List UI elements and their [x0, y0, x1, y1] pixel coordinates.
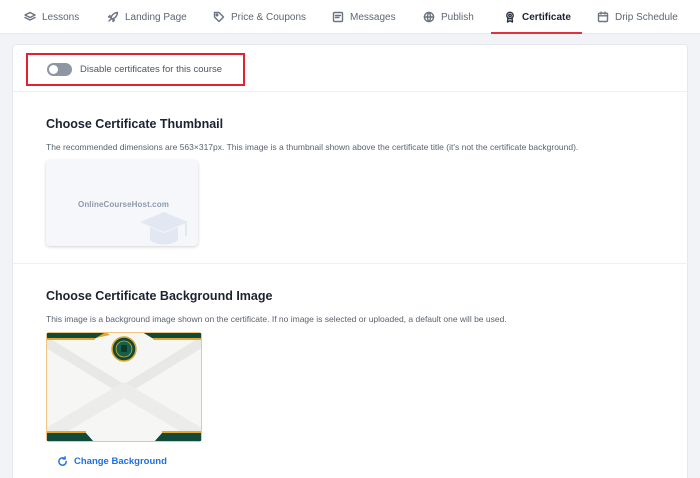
tab-label: Messages: [350, 11, 396, 23]
certificate-thumbnail-image[interactable]: OnlineCourseHost.com: [46, 160, 198, 246]
tag-icon: [213, 11, 225, 23]
rocket-icon: [107, 11, 119, 23]
disable-certificates-row: Disable certificates for this course: [26, 53, 245, 86]
tab-label: Certificate: [522, 11, 571, 23]
tab-certificate[interactable]: Certificate: [491, 0, 582, 34]
award-icon: [506, 11, 514, 23]
tab-label: Lessons: [42, 11, 80, 23]
tab-bar: Lessons Landing Page Price & Coupons Mes…: [0, 0, 700, 34]
divider: [13, 263, 689, 264]
calendar-icon: [597, 11, 609, 23]
disable-certificates-toggle[interactable]: [47, 63, 72, 76]
globe-icon: [423, 11, 435, 23]
tab-label: Landing Page: [125, 11, 187, 23]
toggle-knob: [49, 65, 58, 74]
tab-drip-schedule[interactable]: Drip Schedule: [597, 0, 678, 34]
tab-messages[interactable]: Messages: [332, 0, 396, 34]
disable-certificates-label: Disable certificates for this course: [80, 64, 223, 75]
background-section-title: Choose Certificate Background Image: [46, 289, 273, 303]
certificate-settings-card: Disable certificates for this course Cho…: [12, 44, 689, 478]
graduation-cap-icon: [140, 212, 188, 245]
thumbnail-description: The recommended dimensions are 563×317px…: [46, 142, 579, 152]
tab-landing-page[interactable]: Landing Page: [107, 0, 187, 34]
message-icon: [332, 11, 344, 23]
background-description: This image is a background image shown o…: [46, 314, 507, 324]
change-background-label: Change Background: [74, 456, 167, 467]
thumbnail-section-title: Choose Certificate Thumbnail: [46, 117, 224, 131]
tab-publish[interactable]: Publish: [423, 0, 474, 34]
tab-price-coupons[interactable]: Price & Coupons: [213, 0, 306, 34]
tab-label: Publish: [441, 11, 474, 23]
certificate-background-graphic: [46, 332, 202, 442]
layers-icon: [24, 11, 36, 21]
tab-label: Price & Coupons: [231, 11, 307, 23]
refresh-icon: [58, 456, 67, 466]
change-background-button[interactable]: Change Background: [57, 456, 167, 467]
tab-lessons[interactable]: Lessons: [24, 0, 79, 34]
tab-label: Drip Schedule: [615, 11, 678, 23]
certificate-background-image[interactable]: [46, 332, 202, 442]
divider: [13, 91, 689, 92]
